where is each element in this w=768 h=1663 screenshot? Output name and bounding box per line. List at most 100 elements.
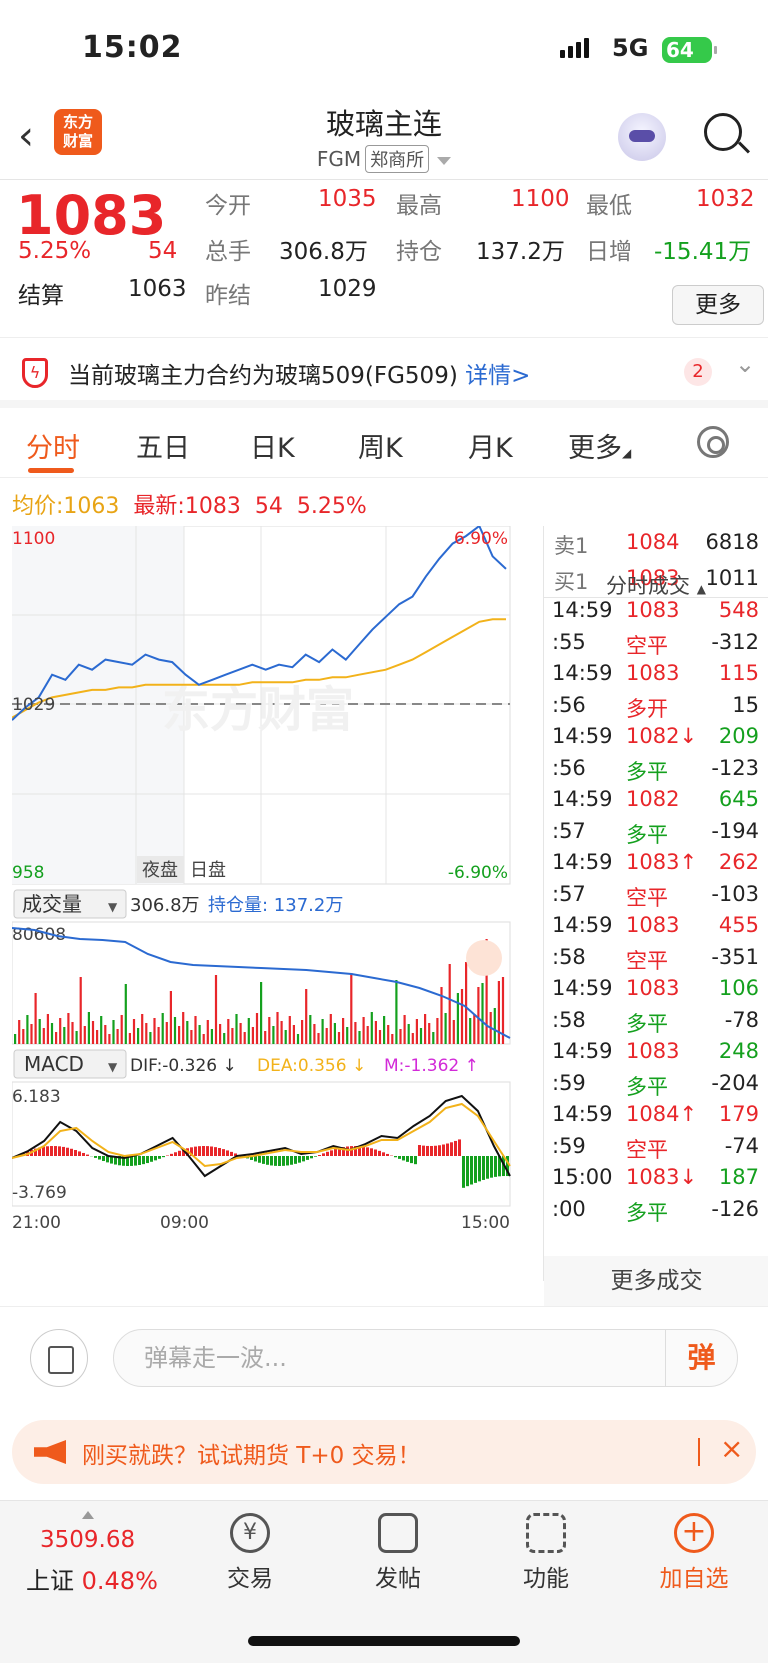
- volume-bar: [63, 1027, 66, 1044]
- macd-bar: [62, 1146, 65, 1156]
- danmaku-input[interactable]: 弹幕走一波... 弹: [113, 1329, 738, 1387]
- status-bar: 15:02 5G 64: [0, 0, 768, 95]
- close-icon[interactable]: ×: [720, 1432, 743, 1465]
- notice-text: 当前玻璃主力合约为玻璃509(FG509): [68, 363, 458, 389]
- volume-bar: [325, 1028, 328, 1044]
- index-ticker[interactable]: 3509.68 上证 0.48%: [0, 1501, 160, 1611]
- tab-more[interactable]: 更多◢: [568, 426, 631, 465]
- danmaku-settings-icon[interactable]: [30, 1329, 88, 1387]
- tick-row: 14:59 1083 455: [544, 913, 768, 944]
- volume-bar: [284, 1030, 287, 1044]
- gear-icon[interactable]: [697, 426, 729, 458]
- tick-price: 多平: [626, 822, 668, 847]
- danmaku-toggle-button[interactable]: 弹: [665, 1330, 737, 1386]
- macd-bar: [302, 1156, 305, 1162]
- open-label: 今开: [205, 193, 251, 219]
- notice-detail-link[interactable]: 详情>: [465, 363, 530, 389]
- search-icon[interactable]: [704, 113, 742, 151]
- volume-bar: [112, 1020, 115, 1044]
- tick-row: :56 多平 -123: [544, 756, 768, 787]
- tick-time: 14:59: [552, 598, 613, 622]
- tab-weekly-k[interactable]: 周K: [358, 426, 403, 465]
- tick-time: :56: [552, 692, 586, 717]
- tick-time: :57: [552, 818, 586, 843]
- volume-bar: [419, 1028, 423, 1044]
- exchange-badge: 郑商所: [365, 145, 430, 173]
- tick-time: :58: [552, 1007, 586, 1032]
- volume-bar: [477, 987, 480, 1044]
- edit-icon: [378, 1513, 418, 1553]
- tick-price: 1083: [626, 661, 680, 685]
- macd-bar: [202, 1146, 205, 1156]
- tick-price: 1084↑: [626, 1102, 698, 1126]
- y-top-price: 1100: [12, 529, 55, 549]
- tab-five-day[interactable]: 五日: [136, 426, 190, 465]
- post-button[interactable]: 发帖: [333, 1513, 463, 1593]
- tick-price: 空平: [626, 633, 668, 658]
- volume-bar: [407, 1024, 410, 1044]
- add-watchlist-button[interactable]: + 加自选: [629, 1513, 759, 1593]
- volume-bar: [411, 1033, 414, 1044]
- volume-bar: [223, 1033, 226, 1044]
- plus-circle-icon: +: [674, 1513, 714, 1553]
- macd-bar: [178, 1150, 181, 1156]
- volume-bar: [321, 1019, 324, 1044]
- trade-button[interactable]: ¥ 交易: [185, 1513, 315, 1593]
- volume-bar: [329, 1014, 332, 1044]
- contract-code: FGM: [316, 147, 362, 171]
- add-watchlist-label: 加自选: [659, 1566, 729, 1592]
- volume-bar: [153, 1018, 156, 1044]
- volume-bar: [456, 993, 459, 1044]
- ticks-header[interactable]: 分时成交 ▲: [606, 570, 706, 600]
- tick-volume: -351: [711, 944, 759, 969]
- functions-button[interactable]: 功能: [481, 1513, 611, 1593]
- low-value: 1032: [696, 186, 755, 212]
- volume-bar: [370, 1012, 373, 1044]
- tick-row: :58 空平 -351: [544, 945, 768, 976]
- volume-bar: [235, 1014, 238, 1044]
- chart-watermark: 东方财富: [162, 682, 354, 738]
- latest-pct: 5.25%: [296, 494, 367, 519]
- macd-bar: [382, 1152, 385, 1156]
- intraday-chart[interactable]: 东方财富 1100 6.90% 1029 958 -6.90% 夜盘 日盘 成交…: [11, 524, 542, 1306]
- tick-time: :59: [552, 1070, 586, 1095]
- tab-intraday[interactable]: 分时: [26, 426, 80, 465]
- volume-bar: [46, 1014, 49, 1044]
- low-label: 最低: [586, 193, 632, 219]
- tab-monthly-k[interactable]: 月K: [468, 426, 513, 465]
- volume-bar: [395, 980, 398, 1044]
- danmaku-bar: 弹幕走一波... 弹: [0, 1306, 768, 1406]
- tick-volume: 455: [718, 913, 759, 937]
- volume-bar: [124, 984, 127, 1044]
- volume-total: 306.8万: [130, 895, 200, 916]
- tick-row: :57 空平 -103: [544, 882, 768, 913]
- volume-bar: [91, 1021, 95, 1044]
- tick-row: 14:59 1082↓ 209: [544, 724, 768, 755]
- volume-selector[interactable]: 成交量: [22, 892, 82, 916]
- macd-selector[interactable]: MACD: [24, 1052, 84, 1076]
- expand-icon[interactable]: [466, 940, 502, 976]
- latest-change: 54: [254, 494, 283, 519]
- volume-bar: [116, 1029, 119, 1044]
- volume-bar: [128, 1033, 131, 1044]
- chevron-down-icon[interactable]: ⌄: [735, 350, 755, 378]
- more-trades-button[interactable]: 更多成交: [544, 1256, 768, 1306]
- tab-daily-k[interactable]: 日K: [250, 426, 295, 465]
- x-tick-start: 21:00: [12, 1213, 61, 1233]
- tick-time: 14:59: [552, 913, 613, 937]
- volume-bar: [354, 1022, 357, 1044]
- macd-bar: [50, 1146, 53, 1156]
- promo-banner[interactable]: 刚买就跌？试试期货 T+0 交易！ ×: [12, 1420, 756, 1484]
- macd-bar: [294, 1156, 297, 1164]
- macd-bottom-label: -3.769: [12, 1183, 67, 1203]
- macd-dea: DEA:0.356 ↓: [257, 1056, 366, 1076]
- tick-price: 1083: [626, 913, 680, 937]
- macd-bar: [414, 1156, 417, 1165]
- trade-panel: 卖1 1084 6818 买1 1083 1011 分时成交 ▲ 14:59 10…: [543, 526, 768, 1306]
- chart-tabs: 分时 五日 日K 周K 月K 更多◢: [0, 408, 768, 478]
- more-button[interactable]: 更多: [672, 285, 764, 325]
- volume-bar: [428, 1023, 431, 1044]
- macd-bar: [94, 1156, 97, 1158]
- assistant-avatar-icon[interactable]: [618, 113, 666, 161]
- main-contract-notice[interactable]: ϟ 当前玻璃主力合约为玻璃509(FG509) 详情> 2 ⌄: [0, 338, 768, 408]
